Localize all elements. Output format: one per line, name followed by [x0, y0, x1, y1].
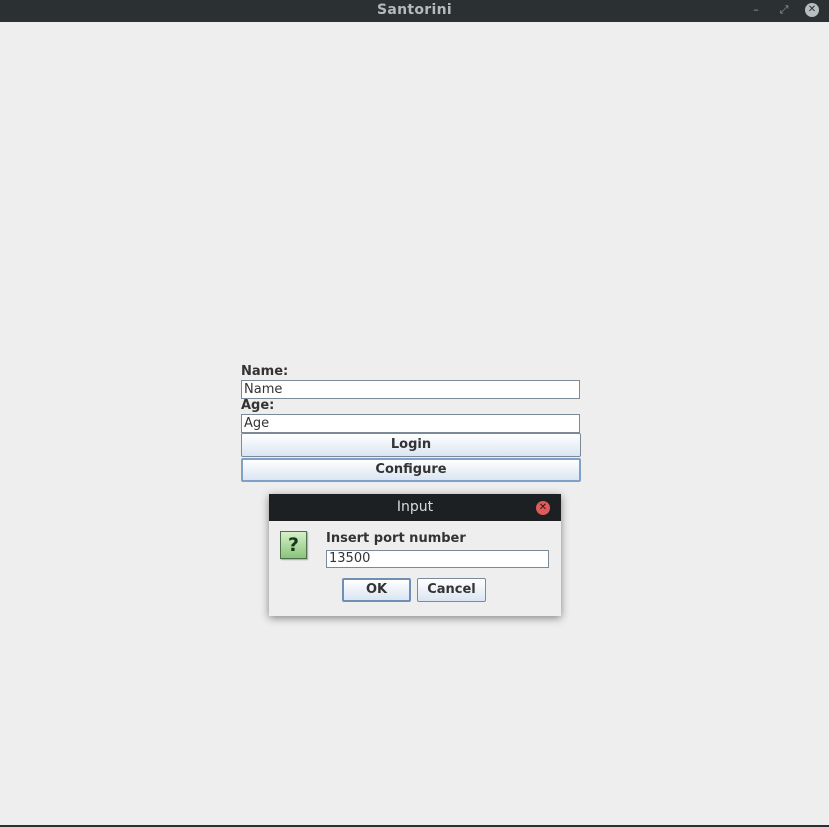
window-title: Santorini	[377, 2, 452, 18]
dialog-prompt: Insert port number	[326, 531, 466, 546]
dialog-title: Input	[269, 494, 561, 521]
question-icon: ?	[280, 531, 307, 559]
dialog-close-icon[interactable]: ✕	[536, 501, 550, 515]
name-label: Name:	[241, 364, 289, 379]
window-titlebar: Santorini – ⤢ ✕	[0, 0, 829, 22]
age-field[interactable]: Age	[241, 414, 580, 433]
ok-button[interactable]: OK	[342, 578, 411, 602]
maximize-icon[interactable]: ⤢	[777, 3, 791, 17]
input-dialog: Input ✕ ? Insert port number 13500 OK Ca…	[269, 494, 561, 616]
cancel-button[interactable]: Cancel	[417, 578, 486, 602]
age-label: Age:	[241, 398, 275, 413]
port-input[interactable]: 13500	[326, 550, 549, 568]
name-field[interactable]: Name	[241, 380, 580, 399]
close-icon[interactable]: ✕	[805, 3, 819, 17]
minimize-icon[interactable]: –	[749, 3, 763, 17]
login-button[interactable]: Login	[241, 433, 581, 457]
configure-button[interactable]: Configure	[241, 458, 581, 482]
